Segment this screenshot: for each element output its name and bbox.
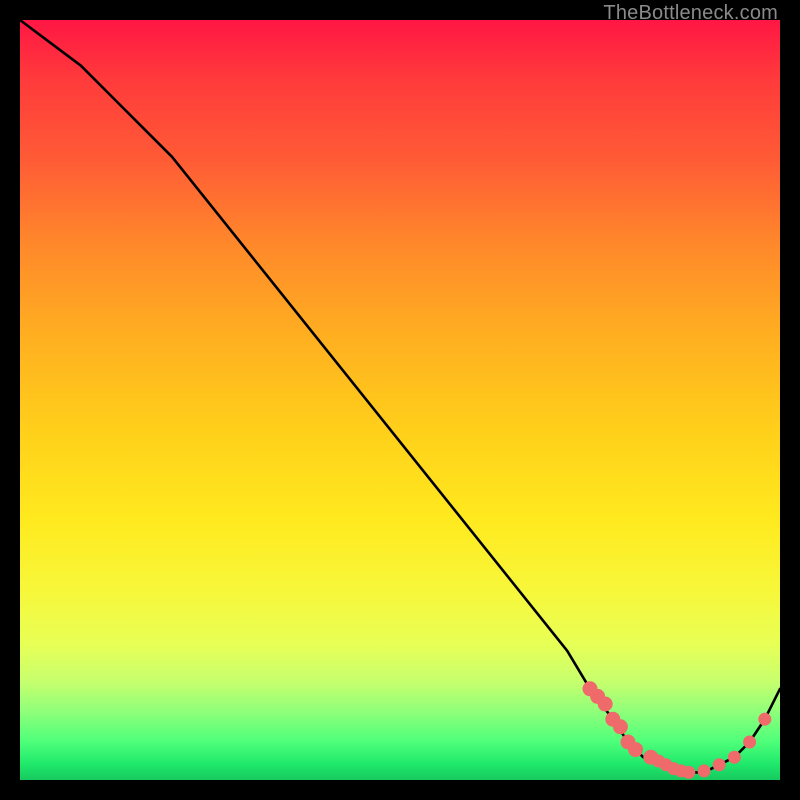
chart-frame: TheBottleneck.com [0, 0, 800, 800]
chart-marker [743, 736, 756, 749]
chart-line [20, 20, 780, 772]
chart-plot-area [20, 20, 780, 780]
chart-marker [713, 758, 726, 771]
chart-svg [20, 20, 780, 780]
chart-marker [628, 742, 643, 757]
chart-marker [728, 751, 741, 764]
chart-marker [613, 719, 628, 734]
chart-markers [583, 681, 772, 779]
chart-marker [682, 766, 695, 779]
chart-marker [598, 697, 613, 712]
chart-marker [698, 764, 711, 777]
chart-marker [758, 713, 771, 726]
